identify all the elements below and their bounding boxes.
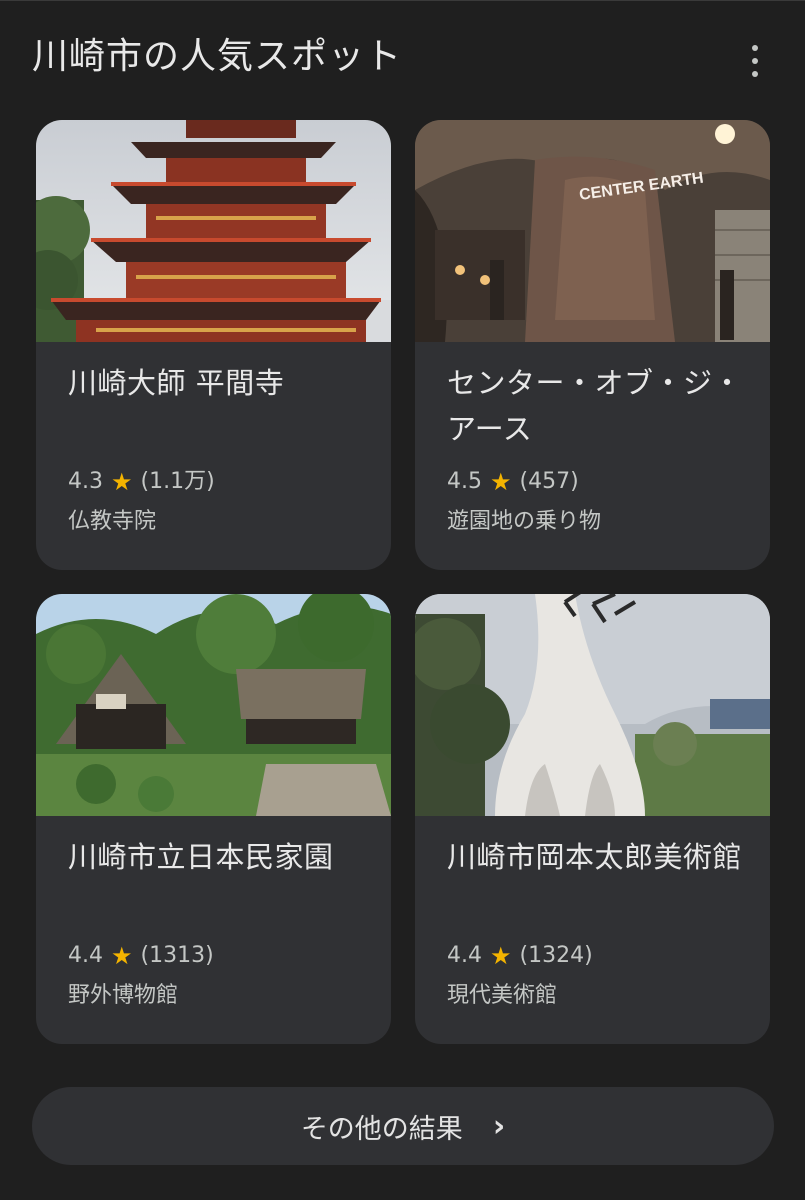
star-icon: ★	[111, 468, 133, 496]
spot-card-okamoto-taro-museum[interactable]: 川崎市岡本太郎美術館 4.4 ★ (1324) 現代美術館	[415, 594, 770, 1044]
spot-card-minka-en[interactable]: 川崎市立日本民家園 4.4 ★ (1313) 野外博物館	[36, 594, 391, 1044]
volcano-cave-photo: CENTER EARTH	[415, 120, 770, 342]
rating-value: 4.4	[447, 943, 482, 968]
rating-value: 4.4	[68, 943, 103, 968]
spot-rating: 4.4 ★ (1313)	[68, 940, 214, 972]
section-title: 川崎市の人気スポット	[32, 36, 403, 77]
header: 川崎市の人気スポット	[32, 31, 785, 91]
thatched-houses-photo	[36, 594, 391, 816]
spot-category: 仏教寺院	[68, 509, 157, 534]
pagoda-photo	[36, 120, 391, 342]
star-icon: ★	[111, 942, 133, 970]
spot-category: 現代美術館	[447, 983, 558, 1008]
rating-value: 4.5	[447, 469, 482, 494]
popular-spots-panel: 川崎市の人気スポット 川崎大師 平間寺 4.3 ★ (1.1万) 仏教寺院 CE…	[0, 0, 805, 1200]
spot-card-kawasaki-daishi[interactable]: 川崎大師 平間寺 4.3 ★ (1.1万) 仏教寺院	[36, 120, 391, 570]
chevron-right-icon: ›	[492, 1108, 506, 1144]
spot-category: 野外博物館	[68, 983, 179, 1008]
white-sculpture-photo	[415, 594, 770, 816]
spot-name: 川崎市立日本民家園	[68, 840, 334, 874]
more-results-button[interactable]: その他の結果 ›	[32, 1087, 774, 1165]
star-icon: ★	[490, 468, 512, 496]
more-vert-icon[interactable]	[743, 45, 767, 77]
spot-rating: 4.5 ★ (457)	[447, 466, 579, 498]
spot-category: 遊園地の乗り物	[447, 509, 602, 534]
spot-rating: 4.3 ★ (1.1万)	[68, 466, 215, 498]
spot-name: センター・オブ・ジ・アース	[447, 366, 743, 446]
spot-name: 川崎大師 平間寺	[68, 366, 285, 400]
more-results-label: その他の結果	[300, 1113, 463, 1145]
review-count: (457)	[519, 469, 579, 494]
spot-card-center-of-the-earth[interactable]: CENTER EARTH センター・オブ・ジ・アース 4.5 ★ (457) 遊…	[415, 120, 770, 570]
review-count: (1.1万)	[140, 469, 215, 494]
spot-name: 川崎市岡本太郎美術館	[447, 840, 743, 874]
review-count: (1313)	[140, 943, 214, 968]
spot-rating: 4.4 ★ (1324)	[447, 940, 593, 972]
review-count: (1324)	[519, 943, 593, 968]
rating-value: 4.3	[68, 469, 103, 494]
star-icon: ★	[490, 942, 512, 970]
